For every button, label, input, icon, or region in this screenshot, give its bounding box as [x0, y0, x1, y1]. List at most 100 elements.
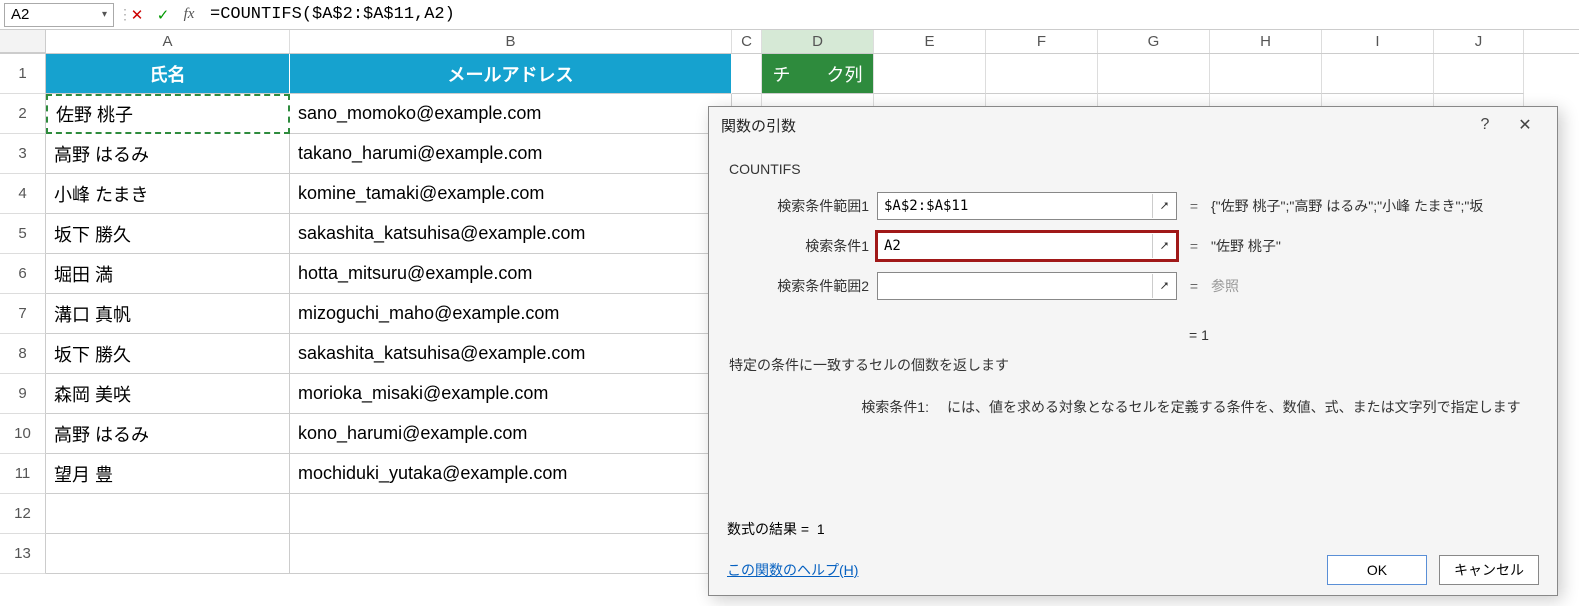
column-header-I[interactable]: I [1322, 30, 1434, 53]
dialog-titlebar[interactable]: 関数の引数 ? ✕ [709, 107, 1557, 143]
cell-B4[interactable]: komine_tamaki@example.com [290, 174, 732, 214]
column-header-G[interactable]: G [1098, 30, 1210, 53]
arg-input[interactable] [878, 198, 1152, 214]
table-row: 1氏名メールアドレスチ ク列 [0, 54, 1579, 94]
cell-B8[interactable]: sakashita_katsuhisa@example.com [290, 334, 732, 374]
cell-A3[interactable]: 高野 はるみ [46, 134, 290, 174]
cell-D1[interactable]: チ ク列 [762, 54, 874, 94]
equals-label: = [1185, 238, 1203, 254]
arg-label: 検索条件範囲2 [729, 276, 869, 296]
column-header-J[interactable]: J [1434, 30, 1524, 53]
formula-input[interactable] [204, 3, 1575, 27]
arg-input[interactable] [878, 238, 1152, 254]
range-select-icon[interactable]: ⭧ [1152, 274, 1176, 298]
cell-A12[interactable] [46, 494, 290, 534]
range-select-icon[interactable]: ⭧ [1152, 194, 1176, 218]
row-header[interactable]: 9 [0, 374, 46, 414]
cell-A11[interactable]: 望月 豊 [46, 454, 290, 494]
row-header[interactable]: 3 [0, 134, 46, 174]
arg-row: 検索条件1⭧="佐野 桃子" [729, 229, 1537, 263]
row-header[interactable]: 7 [0, 294, 46, 334]
cell-H1[interactable] [1210, 54, 1322, 94]
column-header-B[interactable]: B [290, 30, 732, 53]
ok-button[interactable]: OK [1327, 555, 1427, 585]
cell-A2[interactable]: 佐野 桃子 [46, 94, 290, 134]
row-header[interactable]: 4 [0, 174, 46, 214]
cell-B7[interactable]: mizoguchi_maho@example.com [290, 294, 732, 334]
cell-B12[interactable] [290, 494, 732, 534]
cell-A1[interactable]: 氏名 [46, 54, 290, 94]
fx-icon[interactable]: fx [178, 4, 200, 26]
function-arguments-dialog: 関数の引数 ? ✕ COUNTIFS 検索条件範囲1 ⭧ = {"佐野 桃子";"高野… [708, 106, 1558, 596]
column-header-E[interactable]: E [874, 30, 986, 53]
cancel-button[interactable]: キャンセル [1439, 555, 1539, 585]
cell-A7[interactable]: 溝口 真帆 [46, 294, 290, 334]
function-help-link[interactable]: この関数のヘルプ(H) [727, 560, 858, 580]
cell-A13[interactable] [46, 534, 290, 574]
arg-preview: 参照 [1211, 276, 1537, 296]
range-select-icon[interactable]: ⭧ [1152, 234, 1176, 258]
cell-A6[interactable]: 堀田 満 [46, 254, 290, 294]
formula-bar: A2 ▾ ⋮ ✕ ✓ fx [0, 0, 1579, 30]
cell-F1[interactable] [986, 54, 1098, 94]
separator: ⋮ [118, 4, 122, 26]
row-header[interactable]: 1 [0, 54, 46, 94]
column-header-C[interactable]: C [732, 30, 762, 53]
column-header-A[interactable]: A [46, 30, 290, 53]
chevron-down-icon: ▾ [102, 9, 107, 20]
arg-input[interactable] [878, 278, 1152, 294]
cell-J1[interactable] [1434, 54, 1524, 94]
cell-I1[interactable] [1322, 54, 1434, 94]
args-container: 検索条件範囲1⭧={"佐野 桃子";"高野 はるみ";"小峰 たまき";"坂検索… [729, 189, 1537, 303]
select-all-corner[interactable] [0, 30, 46, 53]
equals-label: = [1185, 198, 1203, 214]
cell-B1[interactable]: メールアドレス [290, 54, 732, 94]
arg-label: 検索条件範囲1 [729, 196, 869, 216]
cell-A8[interactable]: 坂下 勝久 [46, 334, 290, 374]
help-icon[interactable]: ? [1465, 110, 1505, 140]
arg-help-text: には、値を求める対象となるセルを定義する条件を、数値、式、または文字列で指定しま… [947, 397, 1537, 417]
cell-B3[interactable]: takano_harumi@example.com [290, 134, 732, 174]
arg-label: 検索条件1 [729, 236, 869, 256]
column-header-D[interactable]: D [762, 30, 874, 53]
cell-A9[interactable]: 森岡 美咲 [46, 374, 290, 414]
function-name-label: COUNTIFS [729, 161, 1537, 177]
row-header[interactable]: 11 [0, 454, 46, 494]
row-header[interactable]: 13 [0, 534, 46, 574]
enter-formula-icon[interactable]: ✓ [152, 4, 174, 26]
arg-help-label: 検索条件1: [729, 397, 929, 417]
cell-G1[interactable] [1098, 54, 1210, 94]
row-header[interactable]: 12 [0, 494, 46, 534]
formula-result-value: 1 [817, 521, 825, 537]
column-header-H[interactable]: H [1210, 30, 1322, 53]
cell-B6[interactable]: hotta_mitsuru@example.com [290, 254, 732, 294]
arg-row: 検索条件範囲2 ⭧ = 参照 [729, 269, 1537, 303]
cell-B10[interactable]: kono_harumi@example.com [290, 414, 732, 454]
row-header[interactable]: 6 [0, 254, 46, 294]
cell-E1[interactable] [874, 54, 986, 94]
row-header[interactable]: 10 [0, 414, 46, 454]
arg-preview: {"佐野 桃子";"高野 はるみ";"小峰 たまき";"坂 [1211, 196, 1537, 216]
arg-input-wrap: ⭧ [877, 192, 1177, 220]
name-box-value: A2 [11, 6, 29, 23]
cell-A5[interactable]: 坂下 勝久 [46, 214, 290, 254]
cell-B5[interactable]: sakashita_katsuhisa@example.com [290, 214, 732, 254]
row-header[interactable]: 5 [0, 214, 46, 254]
cancel-formula-icon[interactable]: ✕ [126, 4, 148, 26]
close-icon[interactable]: ✕ [1505, 110, 1545, 140]
equals-label: = [1185, 278, 1203, 294]
cell-B9[interactable]: morioka_misaki@example.com [290, 374, 732, 414]
cell-A4[interactable]: 小峰 たまき [46, 174, 290, 214]
cell-B13[interactable] [290, 534, 732, 574]
name-box[interactable]: A2 ▾ [4, 3, 114, 27]
dialog-title: 関数の引数 [721, 115, 796, 136]
cell-C1[interactable] [732, 54, 762, 94]
row-header[interactable]: 2 [0, 94, 46, 134]
cell-A10[interactable]: 高野 はるみ [46, 414, 290, 454]
arg-input-wrap: ⭧ [877, 232, 1177, 260]
arg-row: 検索条件範囲1 ⭧ = {"佐野 桃子";"高野 はるみ";"小峰 たまき";"坂 [729, 189, 1537, 223]
cell-B2[interactable]: sano_momoko@example.com [290, 94, 732, 134]
cell-B11[interactable]: mochiduki_yutaka@example.com [290, 454, 732, 494]
row-header[interactable]: 8 [0, 334, 46, 374]
column-header-F[interactable]: F [986, 30, 1098, 53]
